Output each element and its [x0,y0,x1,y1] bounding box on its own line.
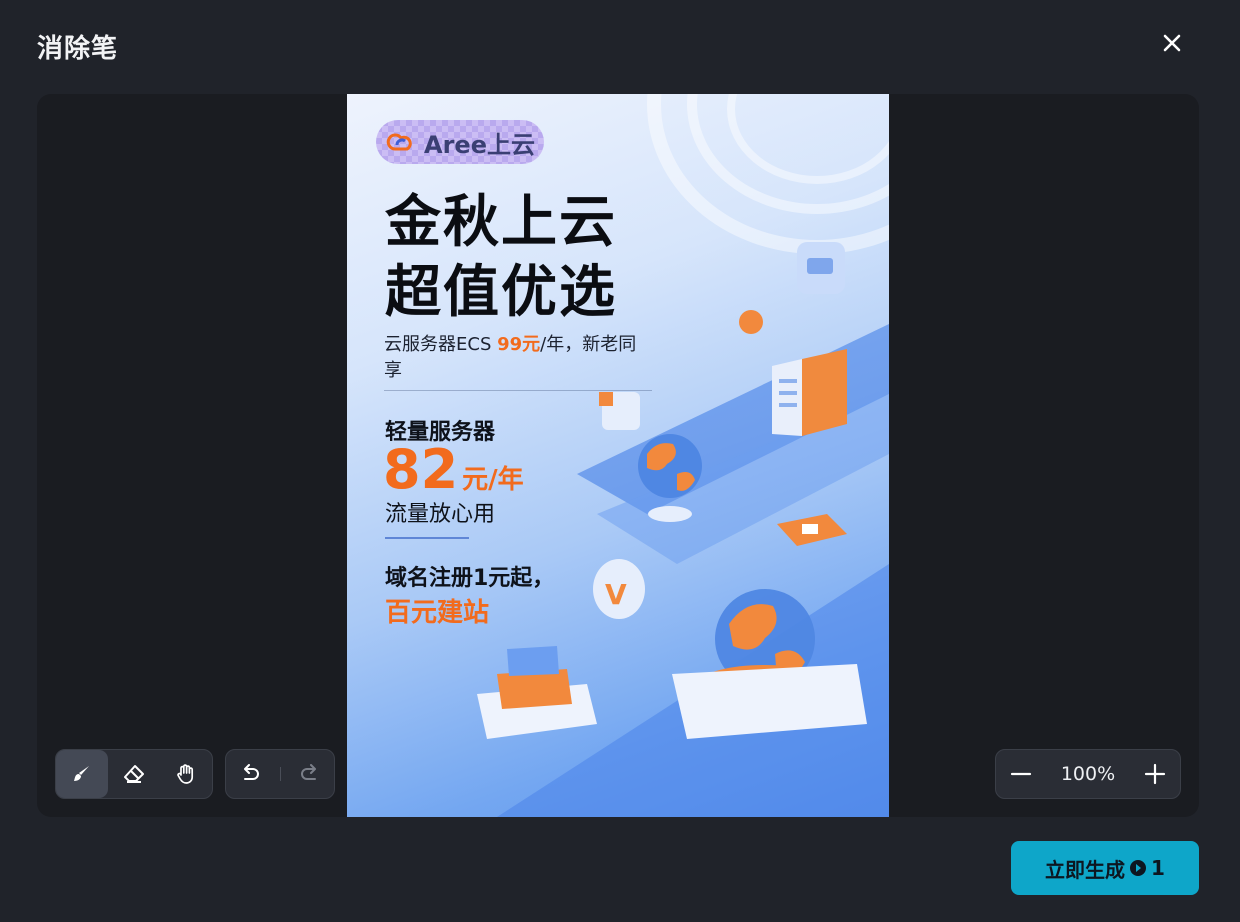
headline-line-2: 超值优选 [385,260,617,325]
domain-line-2: 百元建站 [385,598,490,628]
subline-prefix: 云服务器ECS [384,334,498,355]
eraser-tool-button[interactable] [108,750,160,798]
generate-cost: 1 [1151,856,1165,880]
redo-icon [301,764,316,780]
hand-icon [177,764,194,784]
generate-label: 立即生成 [1045,857,1126,882]
light-server-price-number: 82 [383,438,459,501]
headline-line-1: 金秋上云 [385,190,617,255]
poster-headline: 金秋上云 超值优选 [385,188,617,328]
minus-icon [1010,772,1032,776]
light-server-price-unit: 元/年 [462,465,524,495]
credit-coin-icon [1130,860,1147,876]
brush-tool-button[interactable] [56,750,108,798]
close-icon [1163,34,1181,52]
undo-button[interactable] [234,761,268,787]
zoom-level: 100% [1060,763,1116,785]
redo-button[interactable] [292,761,326,787]
logo-text: Aree上云 [424,130,535,159]
zoom-control: 100% [995,749,1181,799]
subline-price: 99元 [497,334,541,355]
light-server-desc: 流量放心用 [385,502,496,527]
cloud-logo-icon [386,133,412,151]
history-group [225,749,335,799]
eraser-icon [124,765,144,783]
divider-arrow [385,537,469,539]
hand-tool-button[interactable] [160,750,212,798]
tool-group [55,749,213,799]
zoom-in-button[interactable] [1142,761,1168,787]
close-button[interactable] [1158,29,1186,57]
plus-icon [1144,763,1166,785]
undo-icon [244,764,259,780]
dialog-title: 消除笔 [37,34,119,64]
generate-button[interactable]: 立即生成 1 [1011,841,1199,895]
brand-logo: Aree上云 [376,120,544,164]
brush-icon [74,766,89,781]
history-separator [279,767,281,781]
svg-text:V: V [605,578,627,611]
light-server-price: 82 元/年 [383,438,524,501]
poster-image: V Aree上云 金秋上云 超值优选 云服务器ECS 99元/年，新老同享 轻量… [347,94,889,817]
poster-subline: 云服务器ECS 99元/年，新老同享 [384,330,652,391]
editing-canvas[interactable]: V Aree上云 金秋上云 超值优选 云服务器ECS 99元/年，新老同享 轻量… [37,94,1199,817]
domain-line-1: 域名注册1元起， [385,566,555,591]
zoom-out-button[interactable] [1008,761,1034,787]
